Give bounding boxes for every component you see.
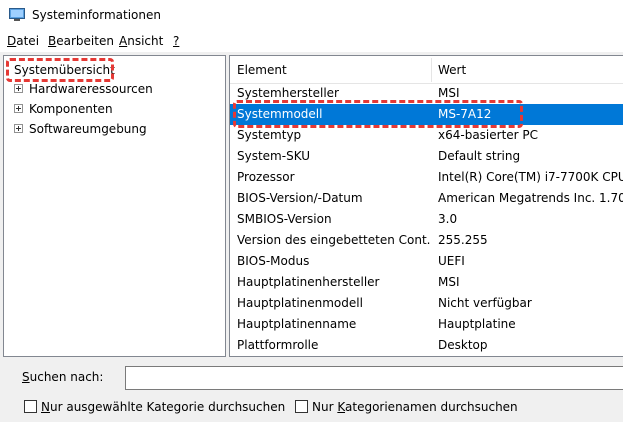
search-label: Suchen nach:	[22, 370, 104, 384]
checkbox-category-names[interactable]: Nur Kategorienamen durchsuchen	[295, 400, 518, 414]
title-bar: Systeminformationen	[0, 0, 623, 31]
table-row[interactable]: Plattformrolle Desktop	[230, 335, 623, 356]
system-info-icon	[9, 8, 25, 21]
category-tree[interactable]: Systemübersicht Hardwareressourcen Kompo…	[3, 55, 226, 357]
table-row[interactable]: SMBIOS-Version 3.0	[230, 209, 623, 230]
column-header-wert[interactable]: Wert	[431, 56, 623, 84]
column-header-element[interactable]: Element	[230, 56, 431, 84]
expand-icon[interactable]	[14, 124, 23, 133]
table-row[interactable]: Hauptplatinenname Hauptplatine	[230, 314, 623, 335]
table-row[interactable]: Hauptplatinenmodell Nicht verfügbar	[230, 293, 623, 314]
window-title: Systeminformationen	[32, 8, 161, 22]
annotation-highlight-row	[233, 100, 523, 128]
annotation-highlight-tree	[6, 58, 114, 82]
checkbox-icon[interactable]	[24, 400, 37, 413]
tree-item-komponenten[interactable]: Komponenten	[14, 100, 113, 118]
tree-item-hardwareressourcen[interactable]: Hardwareressourcen	[14, 80, 153, 98]
search-input[interactable]	[125, 366, 623, 390]
details-list[interactable]: Element Wert Systemhersteller MSI Systemm…	[229, 55, 623, 357]
table-row[interactable]: BIOS-Version/-Datum American Megatrends I…	[230, 188, 623, 209]
checkbox-icon[interactable]	[295, 400, 308, 413]
checkbox-selected-category[interactable]: Nur ausgewählte Kategorie durchsuchen	[24, 400, 285, 414]
expand-icon[interactable]	[14, 84, 23, 93]
list-header: Element Wert	[230, 56, 623, 84]
tree-item-softwareumgebung[interactable]: Softwareumgebung	[14, 120, 147, 138]
table-row[interactable]: System-SKU Default string	[230, 146, 623, 167]
expand-icon[interactable]	[14, 104, 23, 113]
menu-datei[interactable]: Datei	[7, 34, 39, 48]
menu-ansicht[interactable]: Ansicht	[119, 34, 163, 48]
menu-bar: Datei Bearbeiten Ansicht ?	[0, 31, 623, 52]
menu-bearbeiten[interactable]: Bearbeiten	[48, 34, 114, 48]
menu-help[interactable]: ?	[173, 34, 179, 48]
table-row[interactable]: Prozessor Intel(R) Core(TM) i7-7700K CPU	[230, 167, 623, 188]
table-row[interactable]: Hauptplatinenhersteller MSI	[230, 272, 623, 293]
table-row[interactable]: BIOS-Modus UEFI	[230, 251, 623, 272]
table-row[interactable]: Systemtyp x64-basierter PC	[230, 125, 623, 146]
table-row[interactable]: Version des eingebetteten Cont... 255.255	[230, 230, 623, 251]
